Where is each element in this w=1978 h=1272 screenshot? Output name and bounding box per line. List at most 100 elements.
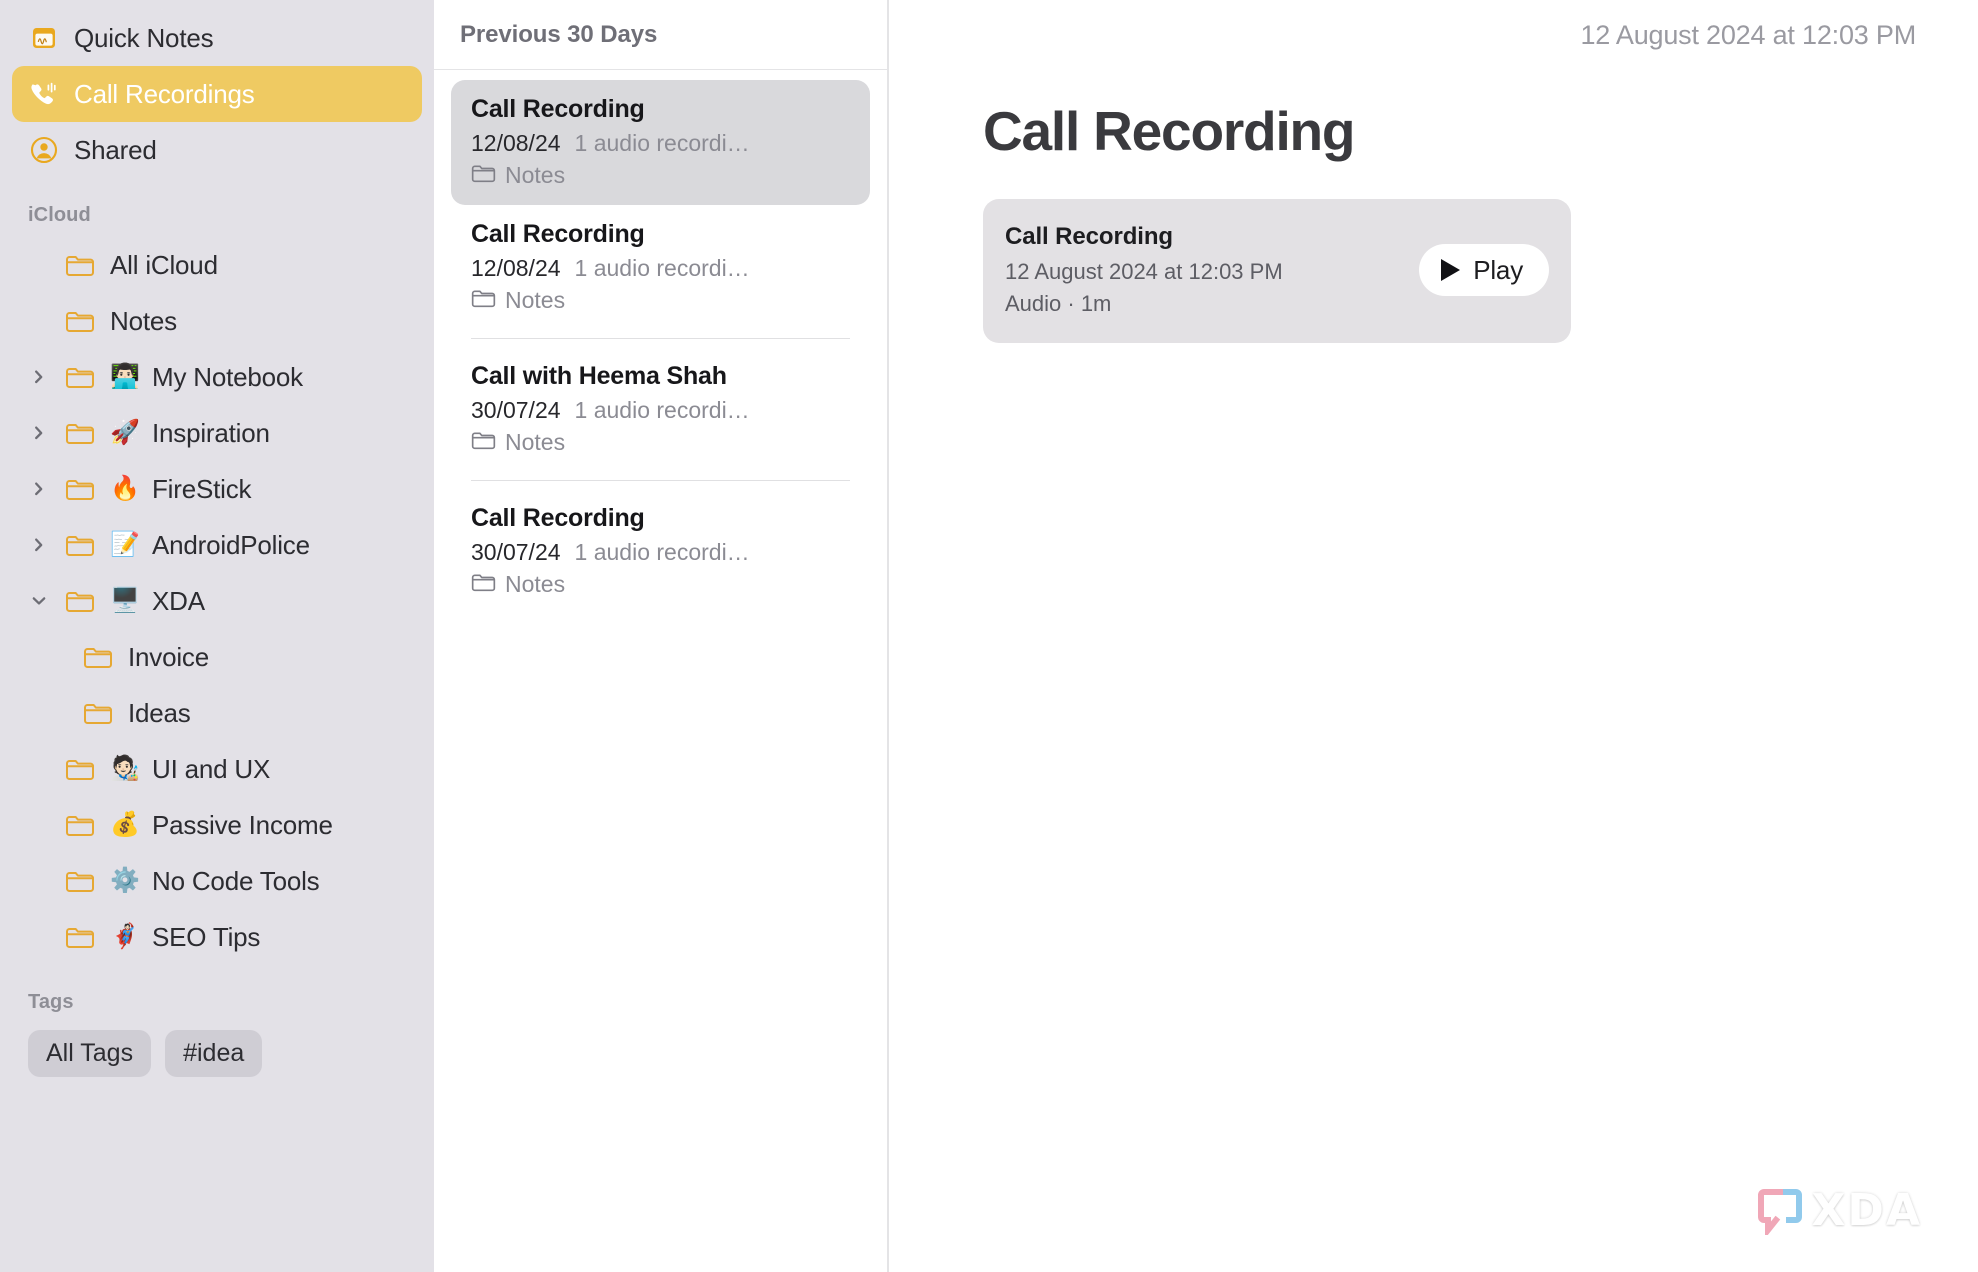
sidebar-folder-passive-income[interactable]: 💰 Passive Income (12, 797, 422, 853)
sidebar-folder-invoice[interactable]: Invoice (12, 629, 422, 685)
note-title[interactable]: Call Recording (889, 51, 1978, 163)
note-list-item-meta: 30/07/24 1 audio recordi… (471, 397, 850, 424)
person-circle-icon (28, 136, 60, 164)
note-list-item-folder-label: Notes (505, 429, 566, 455)
audio-attachment-date: 12 August 2024 at 12:03 PM (1005, 259, 1283, 284)
folder-icon (82, 701, 114, 725)
note-list-item-subtitle: 1 audio recordi… (574, 539, 750, 565)
folder-icon (64, 589, 96, 613)
note-list-item[interactable]: Call Recording 12/08/24 1 audio recordi… No… (451, 205, 870, 330)
sidebar-folder-xda[interactable]: 🖥️ XDA (12, 573, 422, 629)
sidebar-tags-group: All Tags #idea (0, 1024, 434, 1077)
notes-list: Call Recording 12/08/24 1 audio recordi… No… (434, 70, 887, 614)
note-list-item-meta: 30/07/24 1 audio recordi… (471, 539, 850, 566)
notes-list-header-label: Previous 30 Days (460, 20, 658, 48)
sidebar-folder-label: No Code Tools (152, 865, 320, 896)
sidebar-section-icloud-label: iCloud (28, 204, 91, 226)
note-list-item[interactable]: Call Recording 30/07/24 1 audio recordi… No… (451, 489, 870, 614)
sidebar-folder-ui-and-ux[interactable]: 🧑🏻‍🎨 UI and UX (12, 741, 422, 797)
chevron-down-icon[interactable] (28, 592, 50, 610)
folder-icon (82, 645, 114, 669)
note-list-item-date: 12/08/24 (471, 255, 561, 281)
sidebar-item-label: Call Recordings (74, 78, 255, 109)
sidebar-icloud-group: All iCloud Notes 👨🏻‍💻 My Notebook 🚀 Inspirati… (0, 237, 434, 965)
folder-icon (471, 163, 496, 188)
sidebar-folder-label: FireStick (152, 473, 252, 504)
sidebar-item-quick-notes[interactable]: Quick Notes (12, 10, 422, 66)
sidebar-folder-all-icloud[interactable]: All iCloud (12, 237, 422, 293)
note-list-item-meta: 12/08/24 1 audio recordi… (471, 255, 850, 282)
note-list-item-title: Call with Heema Shah (471, 362, 727, 390)
folder-emoji-icon: 👨🏻‍💻 (110, 363, 140, 390)
folder-emoji-icon: 🦸🏻 (110, 923, 140, 950)
folder-icon (64, 925, 96, 949)
audio-attachment-card[interactable]: Call Recording 12 August 2024 at 12:03 P… (983, 199, 1571, 343)
chevron-right-icon[interactable] (28, 536, 50, 554)
sidebar-folder-label: XDA (152, 585, 205, 616)
note-list-item-folder-label: Notes (505, 162, 566, 188)
sidebar-folder-notes[interactable]: Notes (12, 293, 422, 349)
folder-icon (471, 572, 496, 597)
folder-icon (64, 869, 96, 893)
sidebar-folder-label: SEO Tips (152, 921, 261, 952)
quick-notes-icon (28, 24, 60, 52)
play-button-label: Play (1473, 254, 1523, 285)
folder-emoji-icon: 💰 (110, 811, 140, 838)
chevron-right-icon[interactable] (28, 368, 50, 386)
sidebar-folder-no-code-tools[interactable]: ⚙️ No Code Tools (12, 853, 422, 909)
folder-emoji-icon: 📝 (110, 531, 140, 558)
sidebar-item-shared[interactable]: Shared (12, 122, 422, 178)
play-icon (1441, 259, 1461, 281)
sidebar-item-call-recordings[interactable]: Call Recordings (12, 66, 422, 122)
note-list-item-folder-label: Notes (505, 287, 566, 313)
note-list-item[interactable]: Call with Heema Shah 30/07/24 1 audio reco… (451, 347, 870, 472)
folder-icon (471, 288, 496, 313)
sidebar-folder-androidpolice[interactable]: 📝 AndroidPolice (12, 517, 422, 573)
audio-attachment-meta: Audio · 1m (1005, 291, 1112, 316)
note-list-item-subtitle: 1 audio recordi… (574, 397, 750, 423)
sidebar-folder-inspiration[interactable]: 🚀 Inspiration (12, 405, 422, 461)
sidebar-item-label: Shared (74, 134, 157, 165)
play-button[interactable]: Play (1419, 244, 1549, 296)
note-list-separator (471, 338, 850, 339)
sidebar-folder-label: Invoice (128, 641, 209, 672)
sidebar-folder-label: Passive Income (152, 809, 333, 840)
folder-icon (64, 253, 96, 277)
xda-bracket-logo-icon (1757, 1188, 1802, 1235)
chevron-right-icon[interactable] (28, 480, 50, 498)
phone-waves-icon (28, 80, 60, 108)
sidebar-folder-label: Inspiration (152, 417, 270, 448)
note-timestamp: 12 August 2024 at 12:03 PM (1580, 20, 1916, 50)
sidebar-folder-label: All iCloud (110, 249, 218, 280)
tag-chip[interactable]: #idea (165, 1030, 263, 1077)
audio-attachment-title: Call Recording (1005, 223, 1173, 250)
note-list-item[interactable]: Call Recording 12/08/24 1 audio recordi… No… (451, 80, 870, 205)
chevron-right-icon[interactable] (28, 424, 50, 442)
note-list-item-date: 30/07/24 (471, 539, 561, 565)
sidebar-folder-label: Notes (110, 305, 177, 336)
note-list-item-folder: Notes (471, 162, 850, 189)
folder-emoji-icon: 🧑🏻‍🎨 (110, 755, 140, 782)
note-detail-panel: 12 August 2024 at 12:03 PM Call Recordin… (889, 0, 1978, 1272)
xda-watermark: XDA (1756, 1185, 1923, 1236)
notes-app-window: Quick Notes Call Recordings Shared iCloud … (0, 0, 1978, 1272)
sidebar-folder-ideas[interactable]: Ideas (12, 685, 422, 741)
sidebar-folder-label: My Notebook (152, 361, 303, 392)
note-list-item-folder: Notes (471, 287, 850, 314)
folder-emoji-icon: 🚀 (110, 419, 140, 446)
folder-icon (471, 430, 496, 455)
tag-chip[interactable]: All Tags (28, 1030, 152, 1077)
notes-list-panel: Previous 30 Days Call Recording 12/08/24 1… (434, 0, 889, 1272)
sidebar-folder-label: Ideas (128, 697, 191, 728)
sidebar-section-tags-label: Tags (28, 991, 74, 1013)
sidebar-folder-seo-tips[interactable]: 🦸🏻 SEO Tips (12, 909, 422, 965)
folder-emoji-icon: 🖥️ (110, 587, 140, 614)
note-list-item-meta: 12/08/24 1 audio recordi… (471, 130, 850, 157)
folder-icon (64, 813, 96, 837)
folder-emoji-icon: ⚙️ (110, 867, 140, 894)
xda-watermark-text: XDA (1811, 1185, 1922, 1236)
note-list-item-title: Call Recording (471, 220, 645, 248)
sidebar-folder-my-notebook[interactable]: 👨🏻‍💻 My Notebook (12, 349, 422, 405)
sidebar-folder-firestick[interactable]: 🔥 FireStick (12, 461, 422, 517)
note-list-item-date: 12/08/24 (471, 130, 561, 156)
